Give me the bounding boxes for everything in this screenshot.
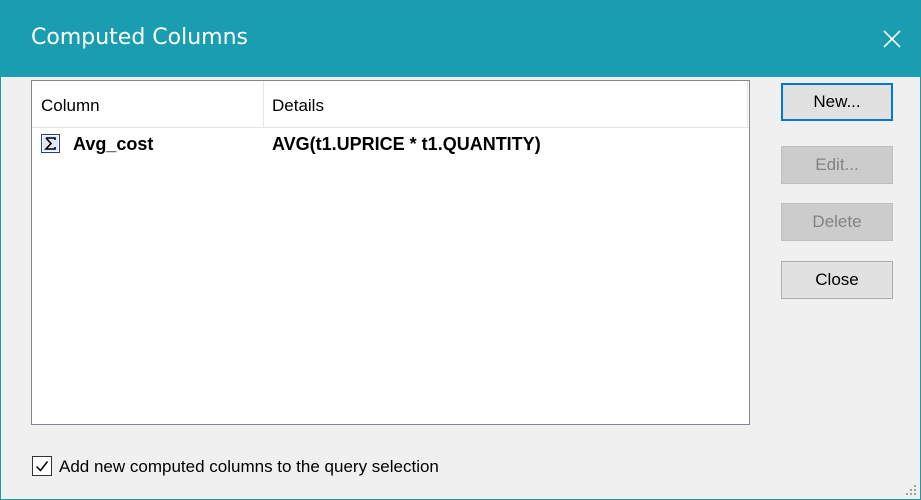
add-to-selection-checkbox[interactable] xyxy=(32,456,52,476)
checkmark-icon xyxy=(35,461,49,472)
computed-columns-dialog: Computed Columns Column Details Avg_cost xyxy=(0,0,921,500)
list-header: Column Details xyxy=(32,81,749,128)
close-button[interactable]: Close xyxy=(781,261,893,299)
list-item[interactable]: Avg_cost AVG(t1.UPRICE * t1.QUANTITY) xyxy=(32,130,749,158)
window-title: Computed Columns xyxy=(31,25,248,50)
column-header-column[interactable]: Column xyxy=(32,81,264,127)
column-name: Avg_cost xyxy=(73,134,154,154)
delete-button[interactable]: Delete xyxy=(781,203,893,241)
close-icon xyxy=(883,30,901,48)
sigma-icon xyxy=(41,134,60,153)
close-window-button[interactable] xyxy=(864,1,920,77)
column-header-label: Details xyxy=(272,96,324,115)
column-header-label: Column xyxy=(41,96,100,115)
column-header-details[interactable]: Details xyxy=(264,81,748,127)
resize-grip-icon[interactable] xyxy=(905,484,917,496)
computed-columns-list[interactable]: Column Details Avg_cost AVG(t1.UPRICE * … xyxy=(31,80,750,425)
add-to-selection-label[interactable]: Add new computed columns to the query se… xyxy=(59,457,439,477)
edit-button[interactable]: Edit... xyxy=(781,146,893,184)
title-bar: Computed Columns xyxy=(1,1,920,77)
new-button[interactable]: New... xyxy=(781,83,893,121)
column-details: AVG(t1.UPRICE * t1.QUANTITY) xyxy=(272,134,541,154)
